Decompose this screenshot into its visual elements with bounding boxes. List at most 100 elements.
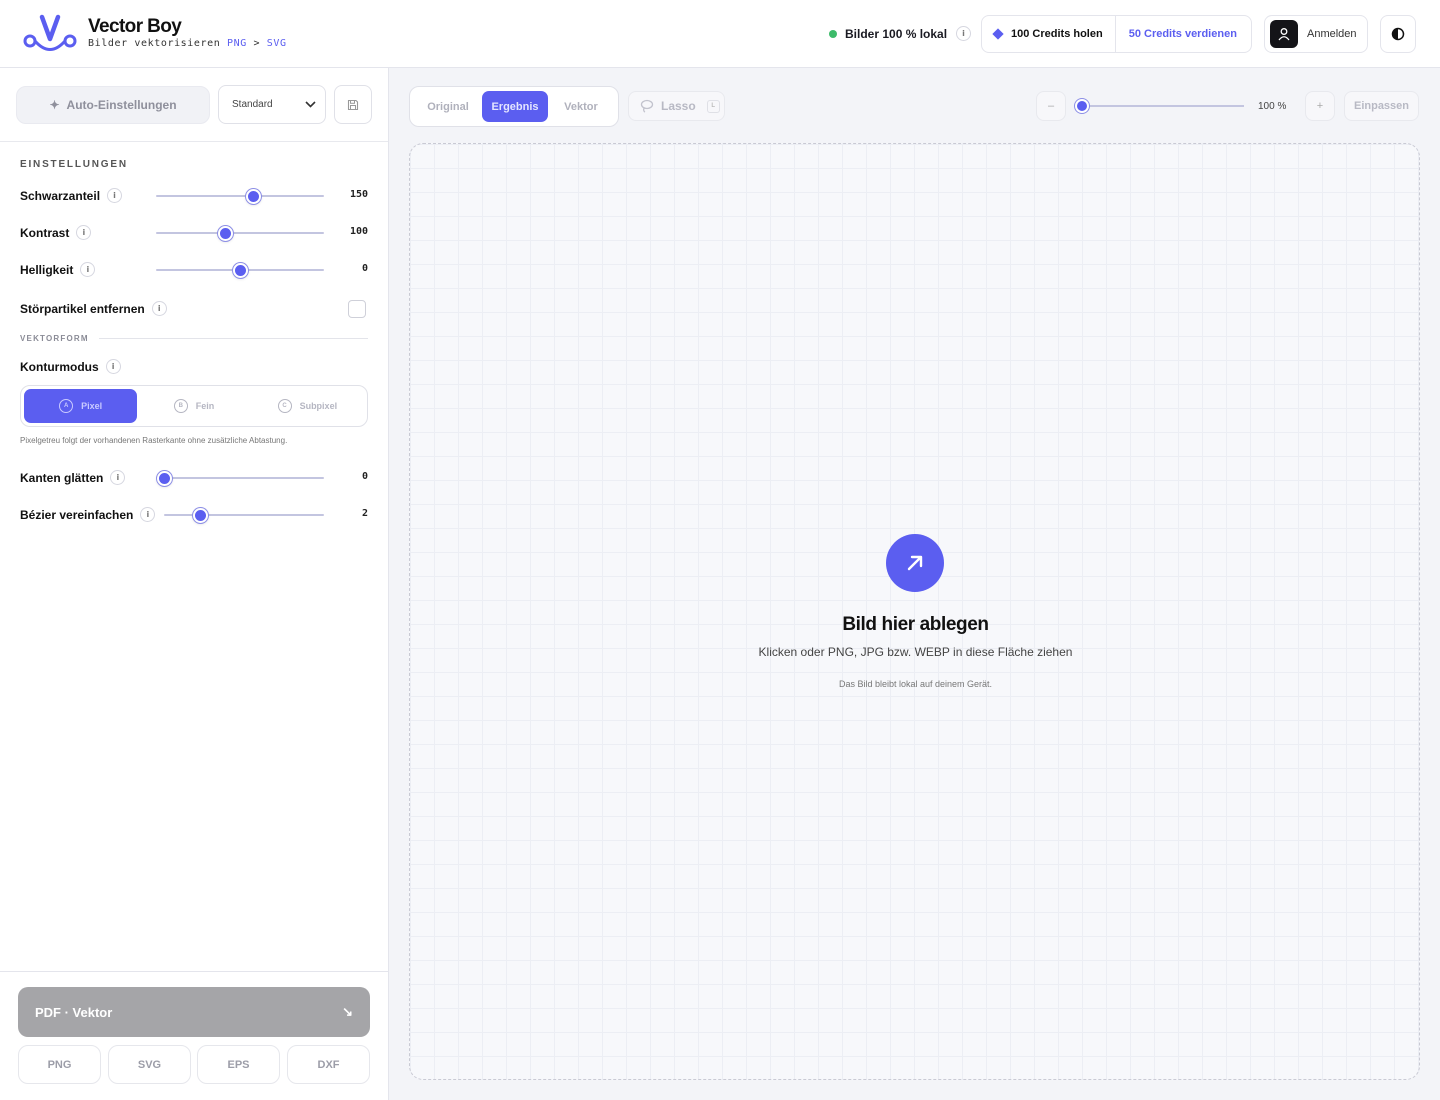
slider-thumb[interactable]	[157, 471, 172, 486]
slider-track[interactable]	[156, 232, 324, 234]
slider-track[interactable]	[164, 514, 324, 516]
auto-settings-button[interactable]: ✦ Auto-Einstellungen	[16, 86, 210, 124]
contour-option-fine[interactable]: B Fein	[137, 389, 250, 423]
credits-group: 100 Credits holen 50 Credits verdienen	[981, 15, 1252, 53]
setting-value: 150	[349, 189, 368, 200]
setting-value: 2	[361, 508, 368, 519]
info-icon[interactable]: i	[140, 507, 156, 522]
app-header: Vector Boy Bilder vektorisieren PNG > SV…	[0, 0, 1440, 68]
option-label: Subpixel	[299, 401, 338, 411]
setting-label: Schwarzanteil i	[20, 188, 123, 203]
section-title: EINSTELLUNGEN	[20, 159, 128, 170]
info-icon[interactable]: i	[80, 262, 96, 277]
contour-option-subpixel[interactable]: C Subpixel	[251, 389, 364, 423]
setting-label-text: Kanten glätten	[20, 470, 104, 485]
get-credits-button[interactable]: 100 Credits holen	[982, 16, 1116, 52]
get-credits-label: 100 Credits holen	[1011, 28, 1103, 40]
setting-contrast: Kontrast i 100	[20, 223, 368, 243]
setting-brightness: Helligkeit i 0	[20, 260, 368, 280]
setting-label: Kanten glätten i	[20, 470, 126, 485]
info-icon[interactable]: i	[151, 301, 167, 316]
info-icon[interactable]: i	[76, 225, 92, 240]
setting-smooth-edges: Kanten glätten i 0	[20, 468, 368, 488]
image-dropzone[interactable]: Bild hier ablegen Klicken oder PNG, JPG …	[409, 143, 1420, 1080]
chevron-down-icon	[305, 101, 316, 108]
local-status-label: Bilder 100 % lokal	[845, 26, 948, 41]
setting-value: 100	[349, 226, 368, 237]
setting-label: Helligkeit i	[20, 262, 96, 277]
tab-result[interactable]: Ergebnis	[482, 91, 548, 122]
subtitle-separator: >	[253, 38, 261, 49]
vector-section-title: VEKTORFORM	[20, 334, 89, 343]
slider-track[interactable]	[156, 477, 324, 479]
export-dxf-button[interactable]: DXF	[287, 1045, 370, 1084]
zoom-slider-track[interactable]	[1082, 105, 1244, 107]
earn-credits-button[interactable]: 50 Credits verdienen	[1116, 16, 1250, 52]
fit-button[interactable]: Einpassen	[1344, 91, 1419, 121]
dropzone-title: Bild hier ablegen	[842, 614, 989, 635]
slider-thumb[interactable]	[193, 508, 208, 523]
contour-option-pixel[interactable]: A Pixel	[24, 389, 138, 423]
dropzone-note: Das Bild bleibt lokal auf deinem Gerät.	[838, 679, 993, 689]
tab-original[interactable]: Original	[414, 91, 482, 122]
sparkle-icon: ✦	[49, 98, 60, 112]
export-pdf-button[interactable]: PDF · Vektor ↘	[18, 987, 370, 1037]
export-png-button[interactable]: PNG	[18, 1045, 101, 1084]
divider	[98, 338, 368, 339]
subtitle-format-from: PNG	[227, 38, 247, 49]
option-label: Pixel	[81, 401, 103, 411]
contour-hint: Pixelgetreu folgt der vorhandenen Raster…	[20, 436, 288, 445]
info-icon[interactable]: i	[956, 26, 972, 41]
lasso-button[interactable]: Lasso L	[628, 91, 725, 121]
divider	[0, 141, 388, 142]
zoom-out-button[interactable]: –	[1036, 91, 1066, 121]
auto-settings-label: Auto-Einstellungen	[66, 98, 177, 112]
login-button[interactable]: Anmelden	[1264, 15, 1368, 53]
save-preset-button[interactable]	[334, 85, 372, 124]
despeckle-checkbox[interactable]	[348, 300, 366, 318]
export-pdf-label: PDF · Vektor	[35, 1004, 113, 1020]
export-eps-button[interactable]: EPS	[197, 1045, 280, 1084]
app-subtitle: Bilder vektorisieren PNG > SVG	[88, 38, 287, 49]
info-icon[interactable]: i	[110, 470, 126, 485]
setting-label: Störpartikel entfernen i	[20, 301, 167, 316]
info-icon[interactable]: i	[107, 188, 123, 203]
subtitle-text: Bilder vektorisieren	[88, 38, 221, 49]
zoom-value: 100 %	[1258, 101, 1287, 112]
slider-thumb[interactable]	[233, 263, 248, 278]
contour-mode-segmented: A Pixel B Fein C Subpixel	[20, 385, 368, 427]
zoom-slider-thumb[interactable]	[1075, 99, 1089, 113]
arrow-down-right-icon: ↘	[342, 1004, 353, 1019]
slider-thumb[interactable]	[218, 226, 233, 241]
zoom-in-button[interactable]: +	[1305, 91, 1335, 121]
settings-sidebar: ✦ Auto-Einstellungen Standard EINSTELLUN…	[0, 68, 389, 1100]
setting-value: 0	[361, 471, 368, 482]
slider-thumb[interactable]	[246, 189, 261, 204]
status-dot-icon	[829, 29, 837, 38]
vector-section-divider: VEKTORFORM	[20, 334, 368, 343]
app-title: Vector Boy	[88, 16, 182, 37]
info-icon[interactable]: i	[105, 359, 121, 374]
dropzone-subtitle: Klicken oder PNG, JPG bzw. WEBP in diese…	[758, 645, 1073, 659]
login-label: Anmelden	[1307, 28, 1357, 40]
option-label: Fein	[195, 401, 215, 411]
lasso-label: Lasso	[661, 99, 696, 113]
setting-contour-mode: Konturmodus i	[20, 357, 368, 377]
setting-label-text: Kontrast	[20, 225, 70, 240]
option-key-badge: A	[59, 399, 74, 413]
upload-arrow-icon[interactable]	[886, 534, 944, 592]
setting-label-text: Helligkeit	[20, 262, 74, 277]
setting-label-text: Konturmodus	[20, 359, 99, 374]
diamond-icon	[992, 28, 1004, 40]
option-key-badge: C	[277, 399, 292, 413]
export-panel: PDF · Vektor ↘ PNG SVG EPS DXF	[0, 971, 388, 1100]
setting-bezier-simplify: Bézier vereinfachen i 2	[20, 505, 368, 525]
tab-vector[interactable]: Vektor	[548, 91, 614, 122]
vector-boy-logo-icon	[23, 14, 77, 51]
export-svg-button[interactable]: SVG	[108, 1045, 191, 1084]
preset-select[interactable]: Standard	[218, 85, 326, 124]
view-tabs: Original Ergebnis Vektor	[409, 86, 619, 127]
contrast-icon	[1391, 27, 1405, 41]
theme-toggle-button[interactable]	[1380, 15, 1416, 53]
slider-track[interactable]	[156, 195, 324, 197]
